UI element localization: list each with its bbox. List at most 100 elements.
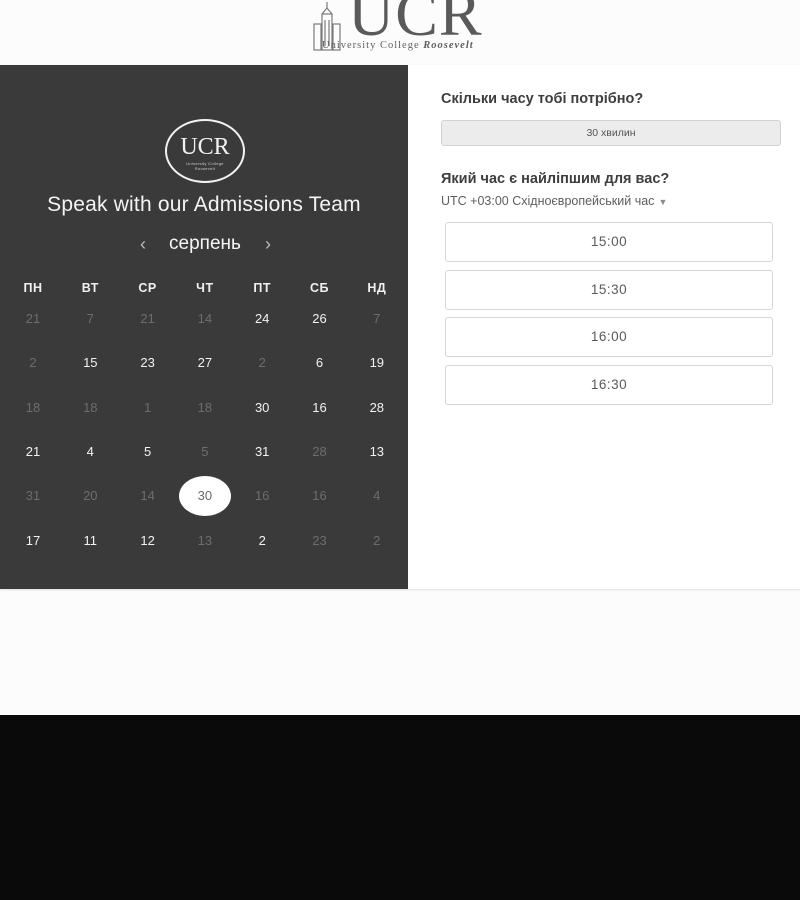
time-slot-button[interactable]: 15:30 — [445, 269, 773, 310]
calendar-day[interactable]: 11 — [62, 523, 118, 559]
calendar-day-number: 31 — [254, 443, 270, 459]
calendar-day-selected[interactable]: 30 — [177, 476, 233, 517]
calendar-day-number: 18 — [83, 399, 98, 415]
calendar-day-number: 30 — [254, 399, 270, 415]
calendar-day[interactable]: 12 — [120, 523, 176, 559]
calendar-day[interactable]: 24 — [234, 301, 290, 337]
caret-down-icon: ▼ — [658, 197, 668, 207]
calendar-day-number: 1 — [143, 399, 152, 415]
calendar-day[interactable]: 6 — [292, 345, 348, 381]
weekday-header: ПН ВТ СР ЧТ ПТ СБ НД — [5, 281, 407, 301]
calendar-day-number: 26 — [312, 311, 327, 326]
calendar-day: 21 — [5, 301, 61, 337]
calendar-day-number: 5 — [201, 443, 209, 459]
calendar-day-number: 4 — [373, 488, 381, 504]
calendar-day-number: 6 — [315, 355, 324, 371]
calendar-day-number: 28 — [369, 399, 385, 415]
duration-question: Скільки часу тобі потрібно? — [441, 91, 644, 107]
calendar-day-number: 2 — [29, 355, 37, 371]
calendar-day-number: 2 — [258, 355, 266, 371]
calendar-day[interactable]: 31 — [234, 434, 290, 470]
calendar-day[interactable]: 30 — [234, 390, 290, 426]
month-label: серпень — [169, 233, 241, 254]
calendar-day-number: 21 — [140, 311, 155, 326]
calendar-panel: UCR University College Roosevelt Speak w… — [0, 65, 408, 589]
calendar-day-number: 13 — [197, 532, 213, 548]
weekday-label: СБ — [309, 281, 329, 295]
weekday-label: СР — [138, 281, 157, 295]
calendar-day: 4 — [349, 478, 405, 514]
calendar-day-number: 11 — [83, 532, 98, 548]
calendar-day-number: 21 — [25, 443, 41, 459]
calendar-day[interactable]: 16 — [292, 390, 348, 426]
calendar-day-number: 28 — [312, 443, 327, 459]
month-navigation: ‹ серпень › — [0, 231, 408, 259]
calendar-day-number: 23 — [140, 355, 155, 371]
calendar-day: 1 — [120, 390, 176, 426]
time-slot-button[interactable]: 16:30 — [445, 364, 773, 405]
calendar-day-number: 16 — [254, 488, 270, 504]
calendar-day: 5 — [177, 434, 233, 470]
calendar-day-number: 20 — [83, 488, 98, 504]
calendar-day-number: 18 — [25, 399, 41, 415]
logo-subtitle-emph: Roosevelt — [423, 40, 474, 51]
time-slot-button[interactable]: 16:00 — [445, 317, 773, 358]
calendar-day[interactable]: 26 — [292, 301, 348, 337]
calendar-day[interactable]: 21 — [5, 434, 61, 470]
calendar-day: 16 — [234, 478, 290, 514]
chevron-left-icon[interactable]: ‹ — [133, 232, 153, 256]
calendar-day-number: 13 — [369, 443, 385, 459]
calendar-day-number: 27 — [197, 355, 213, 371]
weekday-label: ПН — [23, 281, 43, 295]
logo-subtitle-prefix: University College — [322, 40, 420, 51]
calendar-day: 2 — [349, 523, 405, 559]
calendar-day[interactable]: 4 — [62, 434, 118, 470]
calendar-day-number: 15 — [83, 355, 98, 371]
badge-subtitle: University College Roosevelt — [186, 161, 224, 171]
calendar-day-number: 7 — [86, 311, 94, 326]
calendar-day-number: 16 — [312, 399, 327, 415]
time-slot-button[interactable]: 15:00 — [445, 222, 773, 262]
logo-subtitle: University College Roosevelt — [322, 40, 474, 51]
calendar-day-number: 14 — [140, 488, 155, 504]
calendar-day: 18 — [177, 390, 233, 426]
time-question: Який час є найліпшим для вас? — [441, 171, 670, 187]
timezone-label: UTC +03:00 Східноєвропейський час — [441, 194, 655, 208]
calendar-day-number: 19 — [369, 355, 385, 371]
calendar-day-number: 16 — [312, 488, 327, 504]
calendar-day: 14 — [177, 301, 233, 337]
calendar-day[interactable]: 5 — [120, 434, 176, 470]
scheduler-card: UCR University College Roosevelt Speak w… — [0, 65, 800, 589]
calendar-day-number: 2 — [373, 532, 381, 548]
duration-select[interactable]: 30 хвилин — [441, 120, 781, 146]
calendar-day-number: 17 — [25, 532, 41, 548]
calendar-day-number: 30 — [197, 488, 213, 504]
calendar-day: 31 — [5, 478, 61, 514]
calendar-day[interactable]: 17 — [5, 523, 61, 559]
weekday-label: ВТ — [81, 281, 99, 295]
calendar-day-number: 21 — [25, 311, 41, 326]
calendar-day[interactable]: 15 — [62, 345, 118, 381]
calendar-day-number: 24 — [254, 311, 270, 326]
calendar-day: 14 — [120, 478, 176, 514]
ucr-badge-logo: UCR University College Roosevelt — [165, 119, 245, 183]
calendar-day[interactable]: 19 — [349, 345, 405, 381]
calendar-day[interactable]: 13 — [349, 434, 405, 470]
weekday-label: НД — [367, 281, 387, 295]
calendar-day: 7 — [62, 301, 118, 337]
calendar-day: 18 — [62, 390, 118, 426]
calendar-day[interactable]: 23 — [120, 345, 176, 381]
ucr-logo[interactable]: UCR University College Roosevelt — [312, 0, 512, 58]
event-title: Speak with our Admissions Team — [47, 193, 361, 216]
timezone-select[interactable]: UTC +03:00 Східноєвропейський час ▼ — [441, 194, 667, 208]
calendar-day[interactable]: 28 — [349, 390, 405, 426]
calendar-day[interactable]: 2 — [234, 523, 290, 559]
page-footer-area — [0, 715, 800, 900]
calendar-day[interactable]: 27 — [177, 345, 233, 381]
chevron-right-icon[interactable]: › — [258, 232, 278, 256]
calendar-day: 7 — [349, 301, 405, 337]
calendar-day-number: 2 — [258, 532, 266, 548]
weekday-label: ПТ — [253, 281, 271, 295]
calendar-day: 28 — [292, 434, 348, 470]
calendar-grid: 21 7 21 14 24 26 7 2 15 23 27 2 6 19 18 18 1 18 30 16 28 21 4 5… — [5, 301, 407, 571]
